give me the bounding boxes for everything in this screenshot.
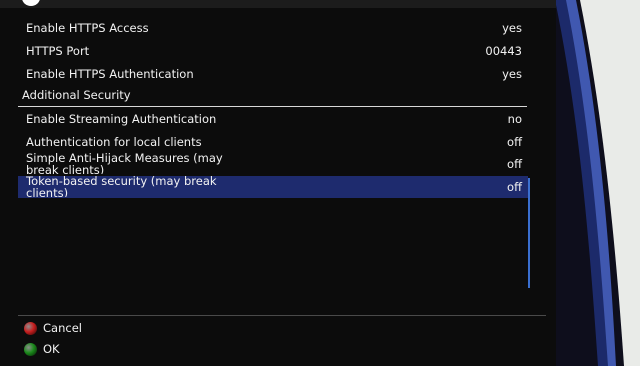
setting-value: no bbox=[507, 112, 522, 126]
green-button-icon bbox=[24, 343, 37, 356]
settings-screen: Enable HTTPS Access yes HTTPS Port 00443… bbox=[0, 0, 640, 366]
setting-row-streaming-auth[interactable]: Enable Streaming Authentication no bbox=[18, 108, 528, 130]
setting-value: 00443 bbox=[485, 44, 522, 58]
setting-value: off bbox=[507, 135, 522, 149]
setting-label: HTTPS Port bbox=[26, 44, 90, 58]
ok-label: OK bbox=[43, 342, 60, 356]
red-button-icon bbox=[24, 322, 37, 335]
setting-label: Enable HTTPS Access bbox=[26, 21, 149, 35]
setting-row-anti-hijack[interactable]: Simple Anti-Hijack Measures (may break c… bbox=[18, 152, 528, 175]
bottom-divider bbox=[18, 315, 546, 316]
scrollbar[interactable] bbox=[528, 178, 530, 288]
section-divider bbox=[18, 106, 527, 107]
section-header: Additional Security bbox=[22, 88, 131, 102]
setting-row-https-access[interactable]: Enable HTTPS Access yes bbox=[18, 17, 528, 39]
setting-value: off bbox=[507, 180, 522, 194]
setting-value: yes bbox=[502, 21, 522, 35]
setting-label: Enable Streaming Authentication bbox=[26, 112, 217, 126]
setting-value: yes bbox=[502, 67, 522, 81]
setting-label: Token-based security (may break clients) bbox=[26, 175, 217, 197]
setting-label: Enable HTTPS Authentication bbox=[26, 67, 194, 81]
setting-row-https-port[interactable]: HTTPS Port 00443 bbox=[18, 40, 528, 62]
setting-value: off bbox=[507, 157, 522, 171]
setting-label: Simple Anti-Hijack Measures (may break c… bbox=[26, 152, 223, 174]
setting-row-token-security[interactable]: Token-based security (may break clients)… bbox=[18, 175, 528, 198]
settings-panel: Enable HTTPS Access yes HTTPS Port 00443… bbox=[0, 0, 556, 366]
setting-row-https-auth[interactable]: Enable HTTPS Authentication yes bbox=[18, 63, 528, 85]
cancel-label: Cancel bbox=[43, 321, 82, 335]
setting-label: Authentication for local clients bbox=[26, 135, 202, 149]
setting-row-local-auth[interactable]: Authentication for local clients off bbox=[18, 131, 528, 153]
top-bar bbox=[0, 0, 556, 8]
